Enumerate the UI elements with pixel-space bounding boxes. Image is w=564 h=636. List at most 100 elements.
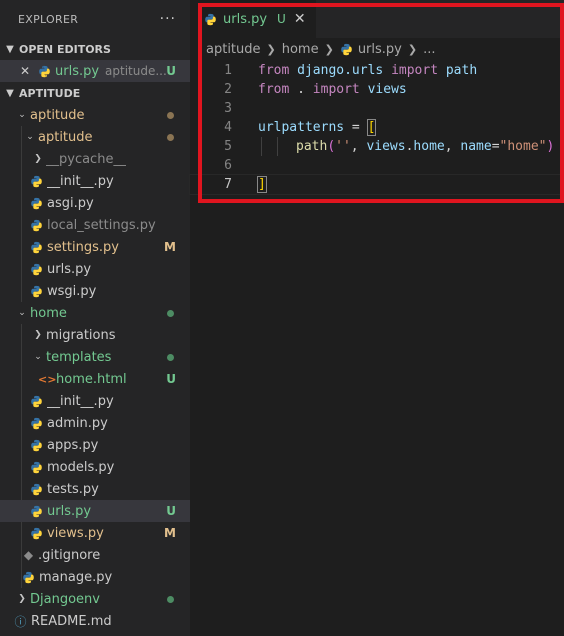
modified-badge: M [164, 240, 176, 254]
tree-folder-migrations[interactable]: ❯ migrations [0, 324, 190, 346]
tree-item-label: urls.py [47, 503, 92, 519]
code-line[interactable]: 3 [190, 99, 564, 118]
tree-item-label: manage.py [39, 569, 113, 585]
explorer-sidebar: EXPLORER ··· ▼ OPEN EDITORS ✕ urls.py ap… [0, 0, 190, 636]
indent-guide [261, 137, 262, 156]
breadcrumb-item[interactable]: home [282, 42, 319, 57]
line-number: 1 [224, 63, 232, 78]
code-text: path('', views.home, name="home") [296, 139, 555, 154]
python-file-icon [31, 483, 42, 495]
tree-item-label: apps.py [47, 437, 99, 453]
code-text: from django.urls import path [258, 63, 478, 78]
tree-file-views[interactable]: views.py M [0, 522, 190, 544]
open-editor-path: aptitude... [105, 64, 167, 78]
tree-file-readme[interactable]: ⓘ README.md [0, 610, 190, 632]
tree-file-local-settings[interactable]: local_settings.py [0, 214, 190, 236]
code-line[interactable]: 4 urlpatterns = [ [190, 118, 564, 137]
python-file-icon [31, 285, 42, 297]
python-file-icon [39, 65, 50, 77]
tree-item-label: models.py [47, 459, 115, 475]
tree-item-label: wsgi.py [47, 283, 97, 299]
python-file-icon [31, 175, 42, 187]
info-file-icon: ⓘ [14, 614, 27, 629]
python-file-icon [31, 417, 42, 429]
python-file-icon [31, 241, 42, 253]
code-line[interactable]: 1 from django.urls import path [190, 61, 564, 80]
python-file-icon [23, 571, 34, 583]
editor-area: urls.py U ✕ aptitude ❯ home ❯ urls.py ❯ … [189, 0, 564, 636]
code-line[interactable]: 2 from . import views [190, 80, 564, 99]
modified-dot-icon [167, 133, 174, 141]
tree-item-label: Djangoenv [30, 591, 100, 607]
tree-item-label: __pycache__ [46, 151, 127, 167]
code-text: ] [257, 176, 267, 193]
tree-item-label: .gitignore [38, 547, 101, 563]
tree-folder-templates[interactable]: ⌄ templates [0, 346, 190, 368]
tree-item-label: templates [46, 349, 112, 365]
more-actions-icon[interactable]: ··· [160, 11, 176, 27]
modified-badge: M [164, 526, 176, 540]
breadcrumb-item[interactable]: urls.py [358, 42, 402, 57]
close-icon[interactable]: ✕ [20, 64, 38, 78]
tree-item-label: migrations [46, 327, 116, 343]
tree-file-apps[interactable]: apps.py [0, 434, 190, 456]
chevron-right-icon: ❯ [18, 594, 26, 604]
tree-file-home-urls[interactable]: urls.py U [0, 500, 190, 522]
tree-item-label: urls.py [47, 261, 92, 277]
tree-file-urls[interactable]: urls.py [0, 258, 190, 280]
python-file-icon [31, 439, 42, 451]
tree-folder-home[interactable]: ⌄ home [0, 302, 190, 324]
tree-item-label: __init__.py [47, 173, 114, 189]
tree-file-tests[interactable]: tests.py [0, 478, 190, 500]
code-text: from . import views [258, 82, 407, 97]
tree-folder-aptitude[interactable]: ⌄ aptitude [0, 104, 190, 126]
tab-urls-py[interactable]: urls.py U ✕ [190, 0, 316, 38]
tree-file-init[interactable]: __init__.py [0, 390, 190, 412]
open-editor-item[interactable]: ✕ urls.py aptitude... U [0, 60, 190, 82]
tab-label: urls.py [223, 11, 268, 27]
line-number: 7 [224, 177, 232, 192]
chevron-down-icon: ⌄ [18, 308, 26, 318]
gitignore-file-icon: ◆ [23, 548, 34, 562]
tree-file-models[interactable]: models.py [0, 456, 190, 478]
code-line[interactable]: 5 path('', views.home, name="home") [190, 137, 564, 156]
tree-item-label: home.html [56, 371, 127, 387]
close-icon[interactable]: ✕ [294, 11, 306, 27]
workspace-header[interactable]: ▼ APTITUDE [0, 82, 190, 104]
tree-file-home-html[interactable]: <> home.html U [0, 368, 190, 390]
code-line[interactable]: 6 [190, 156, 564, 175]
tree-item-label: admin.py [47, 415, 108, 431]
open-editors-header[interactable]: ▼ OPEN EDITORS [0, 38, 190, 60]
breadcrumb-item[interactable]: aptitude [206, 42, 261, 57]
tree-item-label: README.md [31, 613, 112, 629]
breadcrumb-item[interactable]: ... [423, 42, 435, 57]
tree-item-label: settings.py [47, 239, 119, 255]
tree-item-label: asgi.py [47, 195, 94, 211]
untracked-dot-icon [167, 353, 174, 361]
indent-guide [277, 137, 278, 156]
tree-file-wsgi[interactable]: wsgi.py [0, 280, 190, 302]
tree-folder-aptitude-inner[interactable]: ⌄ aptitude [0, 126, 190, 148]
python-file-icon [205, 13, 216, 25]
untracked-badge: U [166, 64, 176, 78]
chevron-down-icon: ⌄ [18, 110, 26, 120]
code-line-current[interactable]: 7 ] [189, 174, 564, 195]
tree-item-label: home [30, 305, 67, 321]
chevron-down-icon: ⌄ [26, 132, 34, 142]
untracked-badge: U [166, 504, 176, 518]
explorer-header: EXPLORER ··· [0, 0, 190, 38]
tree-file-init[interactable]: __init__.py [0, 170, 190, 192]
tree-file-manage[interactable]: manage.py [0, 566, 190, 588]
tree-file-asgi[interactable]: asgi.py [0, 192, 190, 214]
tree-folder-djangoenv[interactable]: ❯ Djangoenv [0, 588, 190, 610]
code-editor[interactable]: 1 from django.urls import path 2 from . … [189, 61, 564, 195]
tree-file-settings[interactable]: settings.py M [0, 236, 190, 258]
chevron-right-icon: ❯ [407, 42, 418, 56]
tree-folder-pycache[interactable]: ❯ __pycache__ [0, 148, 190, 170]
tree-item-label: local_settings.py [47, 217, 156, 233]
tree-file-gitignore[interactable]: ◆ .gitignore [0, 544, 190, 566]
chevron-right-icon: ❯ [324, 42, 334, 56]
tree-item-label: tests.py [47, 481, 99, 497]
untracked-dot-icon [167, 309, 174, 317]
tree-file-admin[interactable]: admin.py [0, 412, 190, 434]
